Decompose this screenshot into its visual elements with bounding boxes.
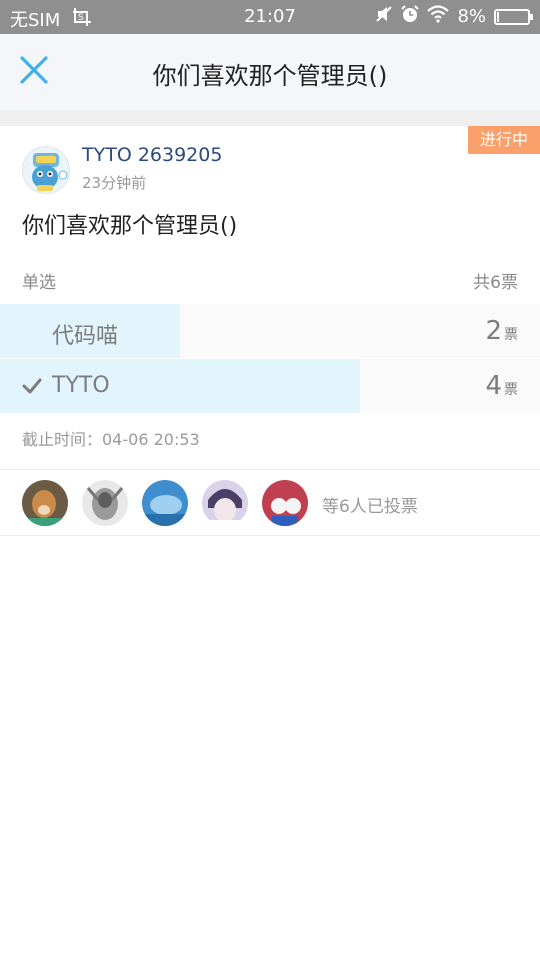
battery-fill	[497, 11, 500, 22]
voter-avatar-image	[82, 480, 128, 526]
voters-summary[interactable]: 等6人已投票	[322, 492, 418, 517]
voter-avatar[interactable]	[202, 480, 248, 526]
poll-option-label: TYTO	[52, 373, 110, 398]
mute-icon	[375, 5, 393, 28]
poll-option-count: 2票	[485, 316, 518, 346]
page-title: 你们喜欢那个管理员()	[152, 62, 388, 90]
header-separator	[0, 110, 540, 126]
poll-option-label: 代码喵	[52, 324, 119, 349]
poll-option-count-unit: 票	[504, 327, 518, 343]
vote-total-label: 共6票	[473, 273, 518, 293]
voter-avatar-image	[202, 480, 248, 526]
deadline-label: 截止时间：04-06 20:53	[22, 430, 200, 449]
battery-label: 8%	[457, 6, 486, 27]
poll-option-count-unit: 票	[504, 382, 518, 398]
post-time: 23分钟前	[82, 174, 147, 192]
divider	[0, 535, 540, 536]
voter-avatar[interactable]	[142, 480, 188, 526]
poll-option-count-number: 4	[485, 371, 502, 401]
voter-avatar-image	[142, 480, 188, 526]
close-icon	[20, 56, 48, 84]
check-icon	[22, 378, 42, 394]
voter-avatar-image	[22, 480, 68, 526]
header: 你们喜欢那个管理员()	[0, 34, 540, 110]
close-button[interactable]	[14, 50, 54, 90]
divider	[0, 469, 540, 470]
poll-option-selected[interactable]: TYTO 4票	[0, 359, 540, 413]
poll-option[interactable]: 代码喵 2票	[0, 304, 540, 358]
author-name[interactable]: TYTO 2639205	[82, 144, 222, 166]
post-title: 你们喜欢那个管理员()	[22, 214, 238, 239]
status-right: 8%	[375, 5, 533, 28]
poll-option-count: 4票	[485, 371, 518, 401]
alarm-icon	[401, 5, 420, 28]
voter-avatar[interactable]	[262, 480, 308, 526]
poll-option-count-number: 2	[485, 316, 502, 346]
status-bar: 无SIM S 21:07 8%	[0, 0, 540, 34]
author-avatar[interactable]	[22, 146, 70, 194]
voter-avatar[interactable]	[22, 480, 68, 526]
battery-icon	[494, 8, 533, 25]
author-avatar-image	[23, 147, 69, 193]
status-badge: 进行中	[465, 126, 540, 154]
voter-avatar[interactable]	[82, 480, 128, 526]
voter-avatar-image	[262, 480, 308, 526]
vote-type-label: 单选	[22, 273, 56, 293]
wifi-icon	[427, 5, 450, 28]
